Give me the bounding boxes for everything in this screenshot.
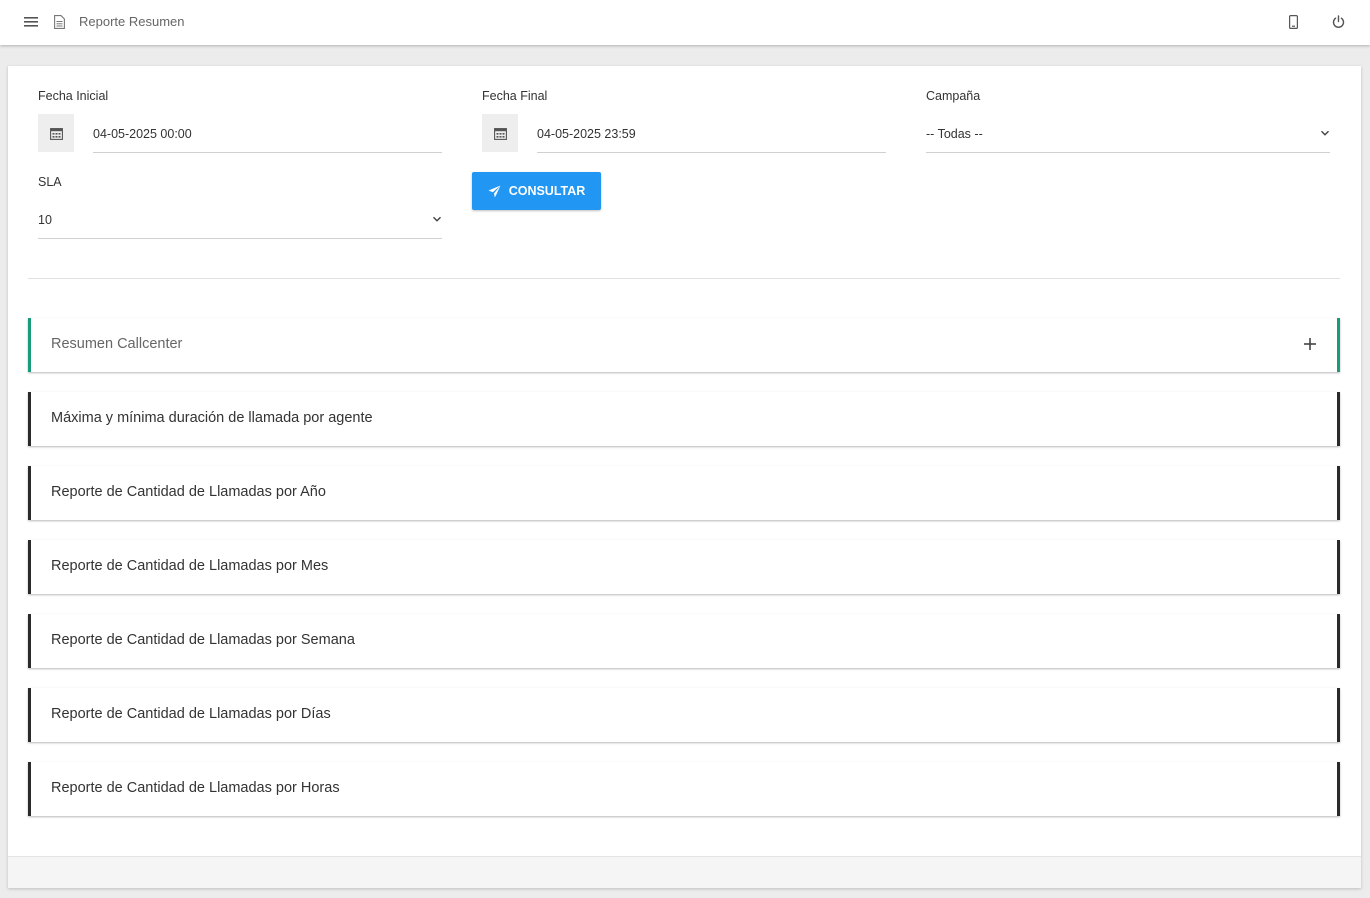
- fecha-final-label: Fecha Final: [482, 89, 548, 103]
- accordion-item-llamadas-por-mes[interactable]: Reporte de Cantidad de Llamadas por Mes: [28, 540, 1340, 594]
- fecha-inicial-input[interactable]: [93, 116, 442, 153]
- sla-label: SLA: [38, 175, 62, 189]
- campana-label: Campaña: [926, 89, 981, 103]
- accordion-item-llamadas-por-ano[interactable]: Reporte de Cantidad de Llamadas por Año: [28, 466, 1340, 520]
- card-footer: [8, 856, 1361, 888]
- calendar-icon: [493, 127, 507, 140]
- fecha-final-calendar-button[interactable]: [482, 114, 518, 152]
- page-title: Reporte Resumen: [79, 14, 185, 29]
- campana-select[interactable]: -- Todas --: [926, 116, 1330, 153]
- mobile-icon[interactable]: [1287, 13, 1299, 31]
- accordion-item-title: Reporte de Cantidad de Llamadas por Mes: [51, 558, 329, 574]
- accordion-item-title: Reporte de Cantidad de Llamadas por Días: [51, 706, 331, 722]
- campana-selected-value: -- Todas --: [926, 127, 983, 141]
- fecha-inicial-calendar-button[interactable]: [38, 114, 74, 152]
- top-bar: Reporte Resumen: [0, 0, 1370, 45]
- accordion-item-title: Reporte de Cantidad de Llamadas por Sema…: [51, 632, 355, 648]
- accordion-item-max-min-duracion[interactable]: Máxima y mínima duración de llamada por …: [28, 392, 1340, 446]
- fecha-inicial-label: Fecha Inicial: [38, 89, 109, 103]
- chevron-down-icon: [1321, 130, 1329, 136]
- menu-icon[interactable]: [23, 13, 39, 31]
- calendar-icon: [49, 127, 63, 140]
- accordion-item-title: Máxima y mínima duración de llamada por …: [51, 410, 373, 426]
- consultar-button-label: CONSULTAR: [508, 184, 586, 198]
- send-icon: [488, 185, 501, 197]
- accordion-item-title: Reporte de Cantidad de Llamadas por Hora…: [51, 780, 340, 796]
- accordion-item-llamadas-por-semana[interactable]: Reporte de Cantidad de Llamadas por Sema…: [28, 614, 1340, 668]
- plus-icon[interactable]: [1303, 337, 1317, 351]
- consultar-button[interactable]: CONSULTAR: [472, 172, 601, 210]
- accordion-item-title: Resumen Callcenter: [51, 336, 183, 352]
- divider: [28, 278, 1340, 279]
- accordion-item-llamadas-por-dias[interactable]: Reporte de Cantidad de Llamadas por Días: [28, 688, 1340, 742]
- power-icon[interactable]: [1330, 13, 1346, 31]
- report-card: Fecha Inicial Fecha Final Campaña -- Tod…: [8, 66, 1361, 888]
- accordion-item-resumen-callcenter[interactable]: Resumen Callcenter: [28, 318, 1340, 372]
- accordion-item-llamadas-por-horas[interactable]: Reporte de Cantidad de Llamadas por Hora…: [28, 762, 1340, 816]
- sla-select[interactable]: 10: [38, 202, 442, 239]
- accordion-item-title: Reporte de Cantidad de Llamadas por Año: [51, 484, 326, 500]
- document-icon: [53, 13, 66, 31]
- chevron-down-icon: [433, 216, 441, 222]
- sla-selected-value: 10: [38, 213, 52, 227]
- fecha-final-input[interactable]: [537, 116, 886, 153]
